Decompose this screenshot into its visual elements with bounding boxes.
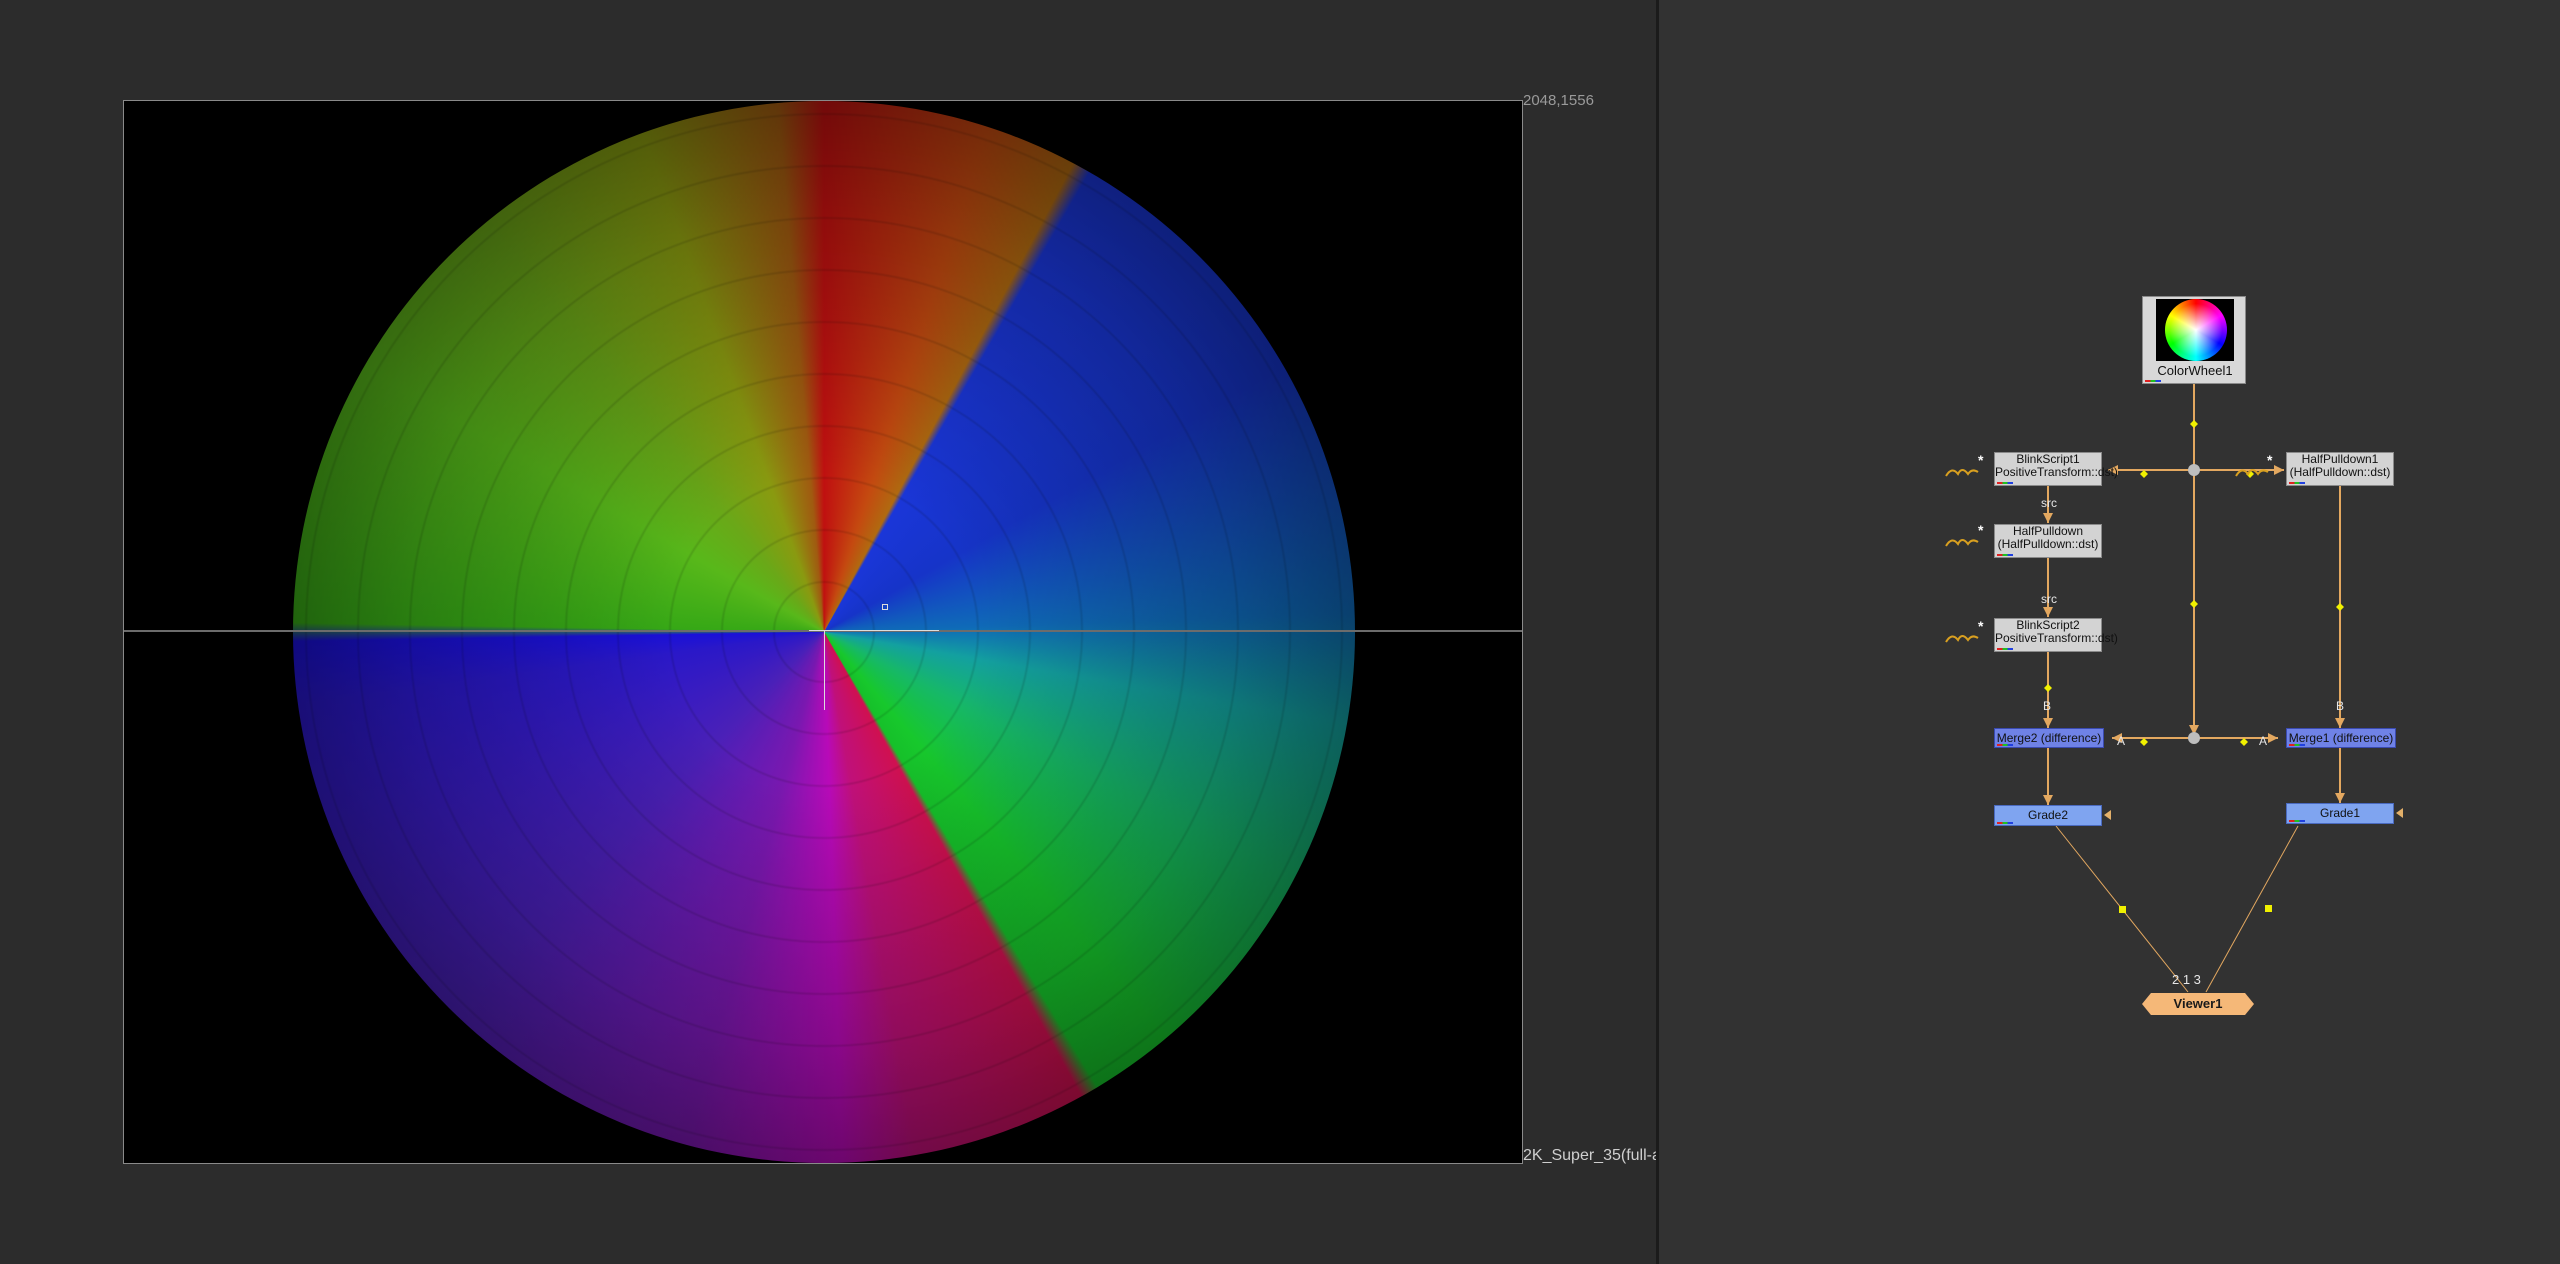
- halfpulldown-sub: (HalfPulldown::dst): [1997, 537, 2099, 551]
- channel-chip: [1997, 482, 2013, 484]
- colorwheel-label: ColorWheel1: [2157, 363, 2233, 378]
- channel-chip: [2145, 380, 2161, 382]
- merge1-node[interactable]: Merge1 (difference): [2286, 728, 2396, 748]
- modified-star-icon: *: [1978, 522, 1984, 538]
- blinkscript1-sub: PositiveTransform::dst): [1995, 465, 2118, 479]
- merge2-node[interactable]: Merge2 (difference): [1994, 728, 2104, 748]
- halfpulldown-node[interactable]: HalfPulldown (HalfPulldown::dst): [1994, 524, 2102, 558]
- crosshair-horizontal: [809, 630, 939, 631]
- halfpulldown1-sub: (HalfPulldown::dst): [2289, 465, 2391, 479]
- mask-input-arrow-icon[interactable]: [2396, 808, 2403, 818]
- channel-chip: [2289, 820, 2305, 822]
- src-input-label: src: [2041, 496, 2057, 510]
- colorwheel-thumbnail: [2156, 299, 2234, 361]
- format-label: 2K_Super_35(full-ap): [1523, 1147, 1676, 1164]
- src-input-label: src: [2041, 592, 2057, 606]
- crosshair-vertical: [824, 630, 825, 710]
- colorwheel-disc-icon: [2165, 299, 2227, 361]
- mask-input-arrow-icon[interactable]: [2104, 810, 2111, 820]
- channel-chip: [1997, 822, 2013, 824]
- modified-star-icon: *: [1978, 452, 1984, 468]
- channel-chip: [1997, 554, 2013, 556]
- grade2-node[interactable]: Grade2: [1994, 805, 2102, 826]
- channel-chip: [1997, 744, 2013, 746]
- a-input-label: A: [2117, 734, 2126, 748]
- channel-chip: [2289, 744, 2305, 746]
- b-input-label: B: [2043, 699, 2052, 713]
- resolution-label: 2048,1556: [1523, 92, 1594, 109]
- blinkscript2-sub: PositiveTransform::dst): [1995, 631, 2118, 645]
- viewer1-node[interactable]: Viewer1: [2142, 993, 2254, 1015]
- blinkscript2-node[interactable]: BlinkScript2 PositiveTransform::dst): [1994, 618, 2118, 652]
- grade1-node[interactable]: Grade1: [2286, 803, 2394, 824]
- blinkscript1-node[interactable]: BlinkScript1 PositiveTransform::dst): [1994, 452, 2118, 486]
- channel-chip: [1997, 648, 2013, 650]
- image-canvas[interactable]: [123, 100, 1523, 1164]
- transform-handle[interactable]: [882, 604, 888, 610]
- viewer-panel[interactable]: 2048,1556 2K_Super_35(full-ap): [0, 0, 1675, 1264]
- modified-star-icon: *: [1978, 618, 1984, 634]
- colorwheel-node[interactable]: ColorWheel1: [2142, 296, 2246, 384]
- modified-star-icon: *: [2267, 452, 2273, 468]
- halfpulldown1-node[interactable]: HalfPulldown1 (HalfPulldown::dst): [2286, 452, 2394, 486]
- viewer-input-numbers: 2 1 3: [2172, 972, 2201, 987]
- channel-chip: [2289, 482, 2305, 484]
- a-input-label: A: [2259, 734, 2268, 748]
- b-input-label: B: [2336, 699, 2345, 713]
